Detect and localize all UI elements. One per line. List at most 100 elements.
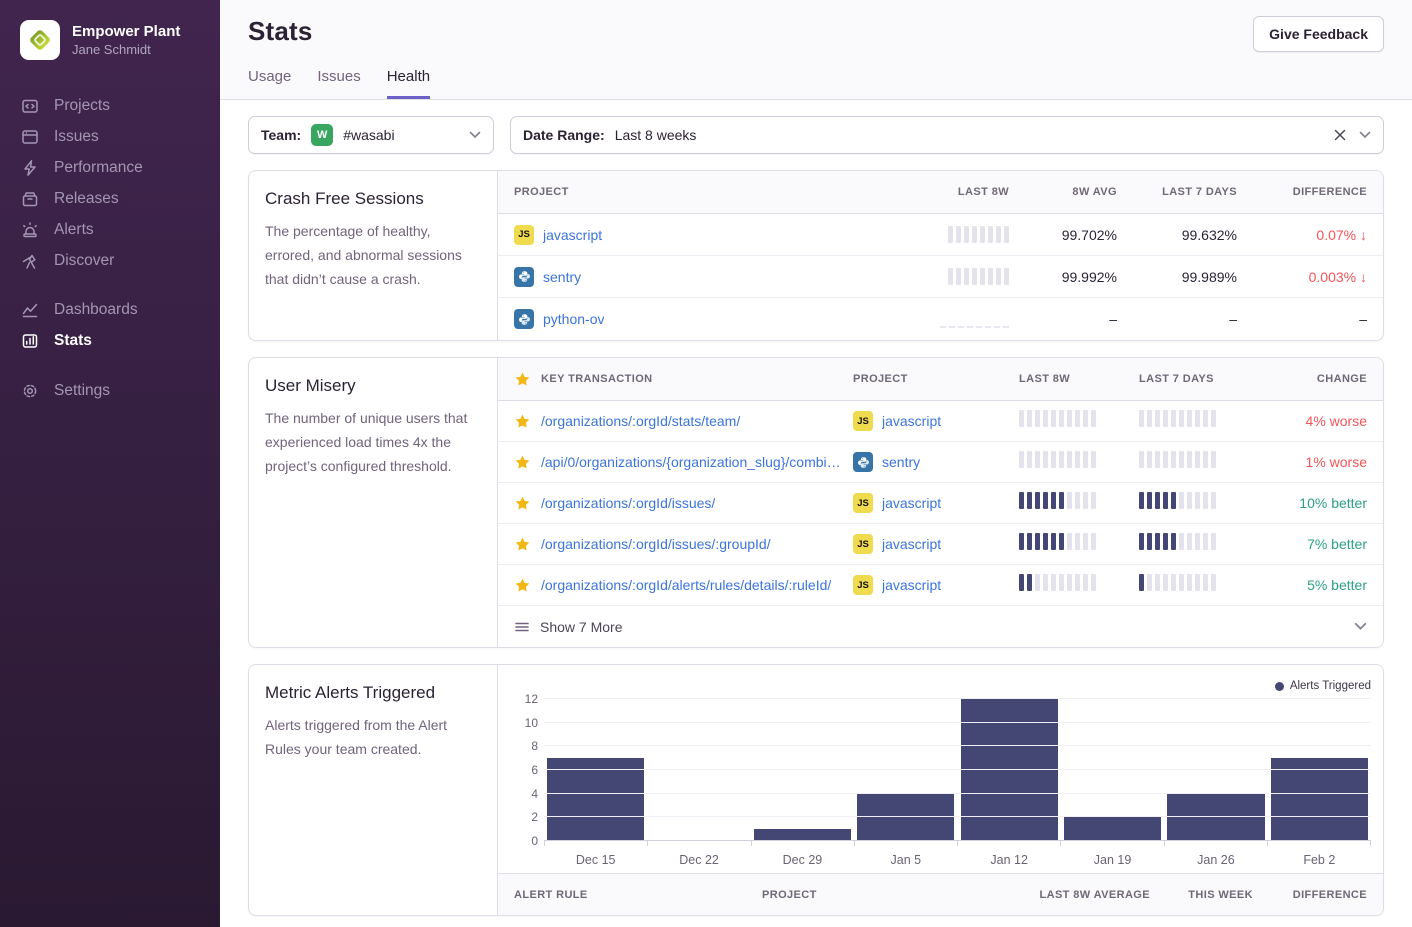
key-transaction-star-icon[interactable] bbox=[514, 413, 531, 430]
key-transaction-star-icon[interactable] bbox=[514, 536, 531, 553]
show-more-button[interactable]: Show 7 More bbox=[498, 606, 1383, 647]
tab-usage[interactable]: Usage bbox=[248, 68, 291, 99]
avg-value: 99.992% bbox=[1017, 269, 1117, 285]
avg-value: – bbox=[1017, 311, 1117, 327]
javascript-platform-icon: JS bbox=[514, 225, 534, 245]
org-switcher[interactable]: Empower Plant Jane Schmidt bbox=[20, 20, 220, 60]
sidebar-item-label: Releases bbox=[54, 190, 119, 208]
column-header: 8W Avg bbox=[1017, 186, 1117, 198]
metric-alerts-description: Metric Alerts Triggered Alerts triggered… bbox=[249, 665, 498, 915]
empower-plant-logo-icon bbox=[26, 26, 54, 54]
table-row: /organizations/:orgId/alerts/rules/detai… bbox=[498, 565, 1383, 606]
project-link[interactable]: sentry bbox=[882, 454, 920, 470]
org-name: Empower Plant bbox=[72, 23, 180, 41]
change-value: 10% better bbox=[1265, 495, 1367, 511]
sidebar-item-performance[interactable]: Performance bbox=[20, 152, 220, 183]
python-platform-icon bbox=[514, 267, 534, 287]
panel-description: Alerts triggered from the Alert Rules yo… bbox=[265, 713, 481, 761]
javascript-platform-icon: JS bbox=[853, 411, 873, 431]
transaction-link[interactable]: /api/0/organizations/{organization_slug}… bbox=[541, 454, 845, 470]
alerts-chart-xticks bbox=[544, 841, 1371, 846]
settings-icon bbox=[20, 381, 39, 400]
user-misery-description: User Misery The number of unique users t… bbox=[249, 358, 498, 647]
team-selector[interactable]: Team: W #wasabi bbox=[248, 116, 494, 154]
sidebar-item-discover[interactable]: Discover bbox=[20, 245, 220, 276]
project-link[interactable]: sentry bbox=[543, 269, 581, 285]
performance-icon bbox=[20, 158, 39, 177]
transaction-link[interactable]: /organizations/:orgId/stats/team/ bbox=[541, 413, 740, 429]
change-value: 1% worse bbox=[1265, 454, 1367, 470]
project-link[interactable]: javascript bbox=[882, 536, 941, 552]
team-value: #wasabi bbox=[343, 127, 394, 143]
projects-icon bbox=[20, 96, 39, 115]
column-header: This Week bbox=[1158, 889, 1253, 901]
alerts-chart-xlabels: Dec 15Dec 22Dec 29Jan 5Jan 12Jan 19Jan 2… bbox=[544, 846, 1371, 873]
table-row: /organizations/:orgId/stats/team/ JS java… bbox=[498, 401, 1383, 442]
sparkline bbox=[948, 268, 1009, 285]
key-transaction-star-icon[interactable] bbox=[514, 454, 531, 471]
project-link[interactable]: javascript bbox=[882, 577, 941, 593]
sidebar-item-label: Alerts bbox=[54, 221, 94, 239]
metric-alerts-panel: Metric Alerts Triggered Alerts triggered… bbox=[248, 664, 1384, 916]
last7-value: 99.632% bbox=[1125, 227, 1237, 243]
key-transaction-star-icon[interactable] bbox=[514, 495, 531, 512]
project-link[interactable]: javascript bbox=[882, 495, 941, 511]
column-header: Project bbox=[514, 186, 881, 198]
transaction-link[interactable]: /organizations/:orgId/issues/ bbox=[541, 495, 715, 511]
last7-value: – bbox=[1125, 311, 1237, 327]
sidebar-item-issues[interactable]: Issues bbox=[20, 121, 220, 152]
sparkline bbox=[1139, 492, 1216, 509]
releases-icon bbox=[20, 189, 39, 208]
chevron-down-icon bbox=[1354, 622, 1367, 631]
sidebar-item-label: Performance bbox=[54, 159, 143, 177]
crash-table-header: Project Last 8W 8W Avg Last 7 Days Diffe… bbox=[498, 171, 1383, 214]
sidebar-item-stats[interactable]: Stats bbox=[20, 325, 220, 356]
content-area: Team: W #wasabi Date Range: Last 8 weeks bbox=[220, 100, 1412, 916]
team-label: Team: bbox=[261, 127, 301, 143]
sidebar-item-settings[interactable]: Settings bbox=[20, 375, 220, 406]
difference-value: – bbox=[1245, 311, 1367, 327]
team-avatar: W bbox=[311, 124, 333, 146]
key-transaction-star-icon[interactable] bbox=[514, 577, 531, 594]
sidebar-item-releases[interactable]: Releases bbox=[20, 183, 220, 214]
table-row: /organizations/:orgId/issues/:groupId/ J… bbox=[498, 524, 1383, 565]
sparkline bbox=[940, 311, 1009, 328]
alert-rules-table-header: Alert Rule Project Last 8W Average This … bbox=[498, 873, 1383, 915]
chart-legend[interactable]: Alerts Triggered bbox=[512, 677, 1371, 695]
give-feedback-button[interactable]: Give Feedback bbox=[1253, 16, 1384, 52]
sparkline bbox=[1139, 574, 1216, 591]
python-platform-icon bbox=[514, 309, 534, 329]
sidebar-item-alerts[interactable]: Alerts bbox=[20, 214, 220, 245]
star-icon bbox=[514, 371, 531, 388]
date-range-selector[interactable]: Date Range: Last 8 weeks bbox=[510, 116, 1384, 154]
transaction-link[interactable]: /organizations/:orgId/alerts/rules/detai… bbox=[541, 577, 831, 593]
sparkline bbox=[1139, 451, 1216, 468]
javascript-platform-icon: JS bbox=[853, 534, 873, 554]
sparkline bbox=[1019, 533, 1096, 550]
stats-icon bbox=[20, 331, 39, 350]
sparkline bbox=[1019, 410, 1096, 427]
tab-issues[interactable]: Issues bbox=[317, 68, 360, 99]
sidebar-item-projects[interactable]: Projects bbox=[20, 90, 220, 121]
change-value: 4% worse bbox=[1265, 413, 1367, 429]
sidebar-item-dashboards[interactable]: Dashboards bbox=[20, 294, 220, 325]
project-link[interactable]: javascript bbox=[543, 227, 602, 243]
nav-divider bbox=[20, 276, 220, 294]
panel-title: Metric Alerts Triggered bbox=[265, 683, 481, 703]
page-header: Stats Give Feedback Usage Issues Health bbox=[220, 0, 1412, 100]
panel-description: The percentage of healthy, errored, and … bbox=[265, 219, 481, 291]
project-link[interactable]: javascript bbox=[882, 413, 941, 429]
transaction-link[interactable]: /organizations/:orgId/issues/:groupId/ bbox=[541, 536, 771, 552]
column-header: Project bbox=[762, 889, 967, 901]
column-header: Last 8W bbox=[889, 186, 1009, 198]
date-range-value: Last 8 weeks bbox=[615, 127, 697, 143]
column-header: Project bbox=[853, 373, 1011, 385]
table-row: JS javascript 99.702% 99.632% 0.07% ↓ bbox=[498, 214, 1383, 256]
column-header: Last 7 Days bbox=[1125, 186, 1237, 198]
project-link[interactable]: python-ov bbox=[543, 311, 604, 327]
sidebar-item-label: Stats bbox=[54, 332, 92, 350]
tab-health[interactable]: Health bbox=[387, 68, 430, 99]
chevron-down-icon bbox=[1359, 131, 1371, 139]
clear-date-range-icon[interactable] bbox=[1331, 126, 1349, 144]
panel-title: Crash Free Sessions bbox=[265, 189, 481, 209]
